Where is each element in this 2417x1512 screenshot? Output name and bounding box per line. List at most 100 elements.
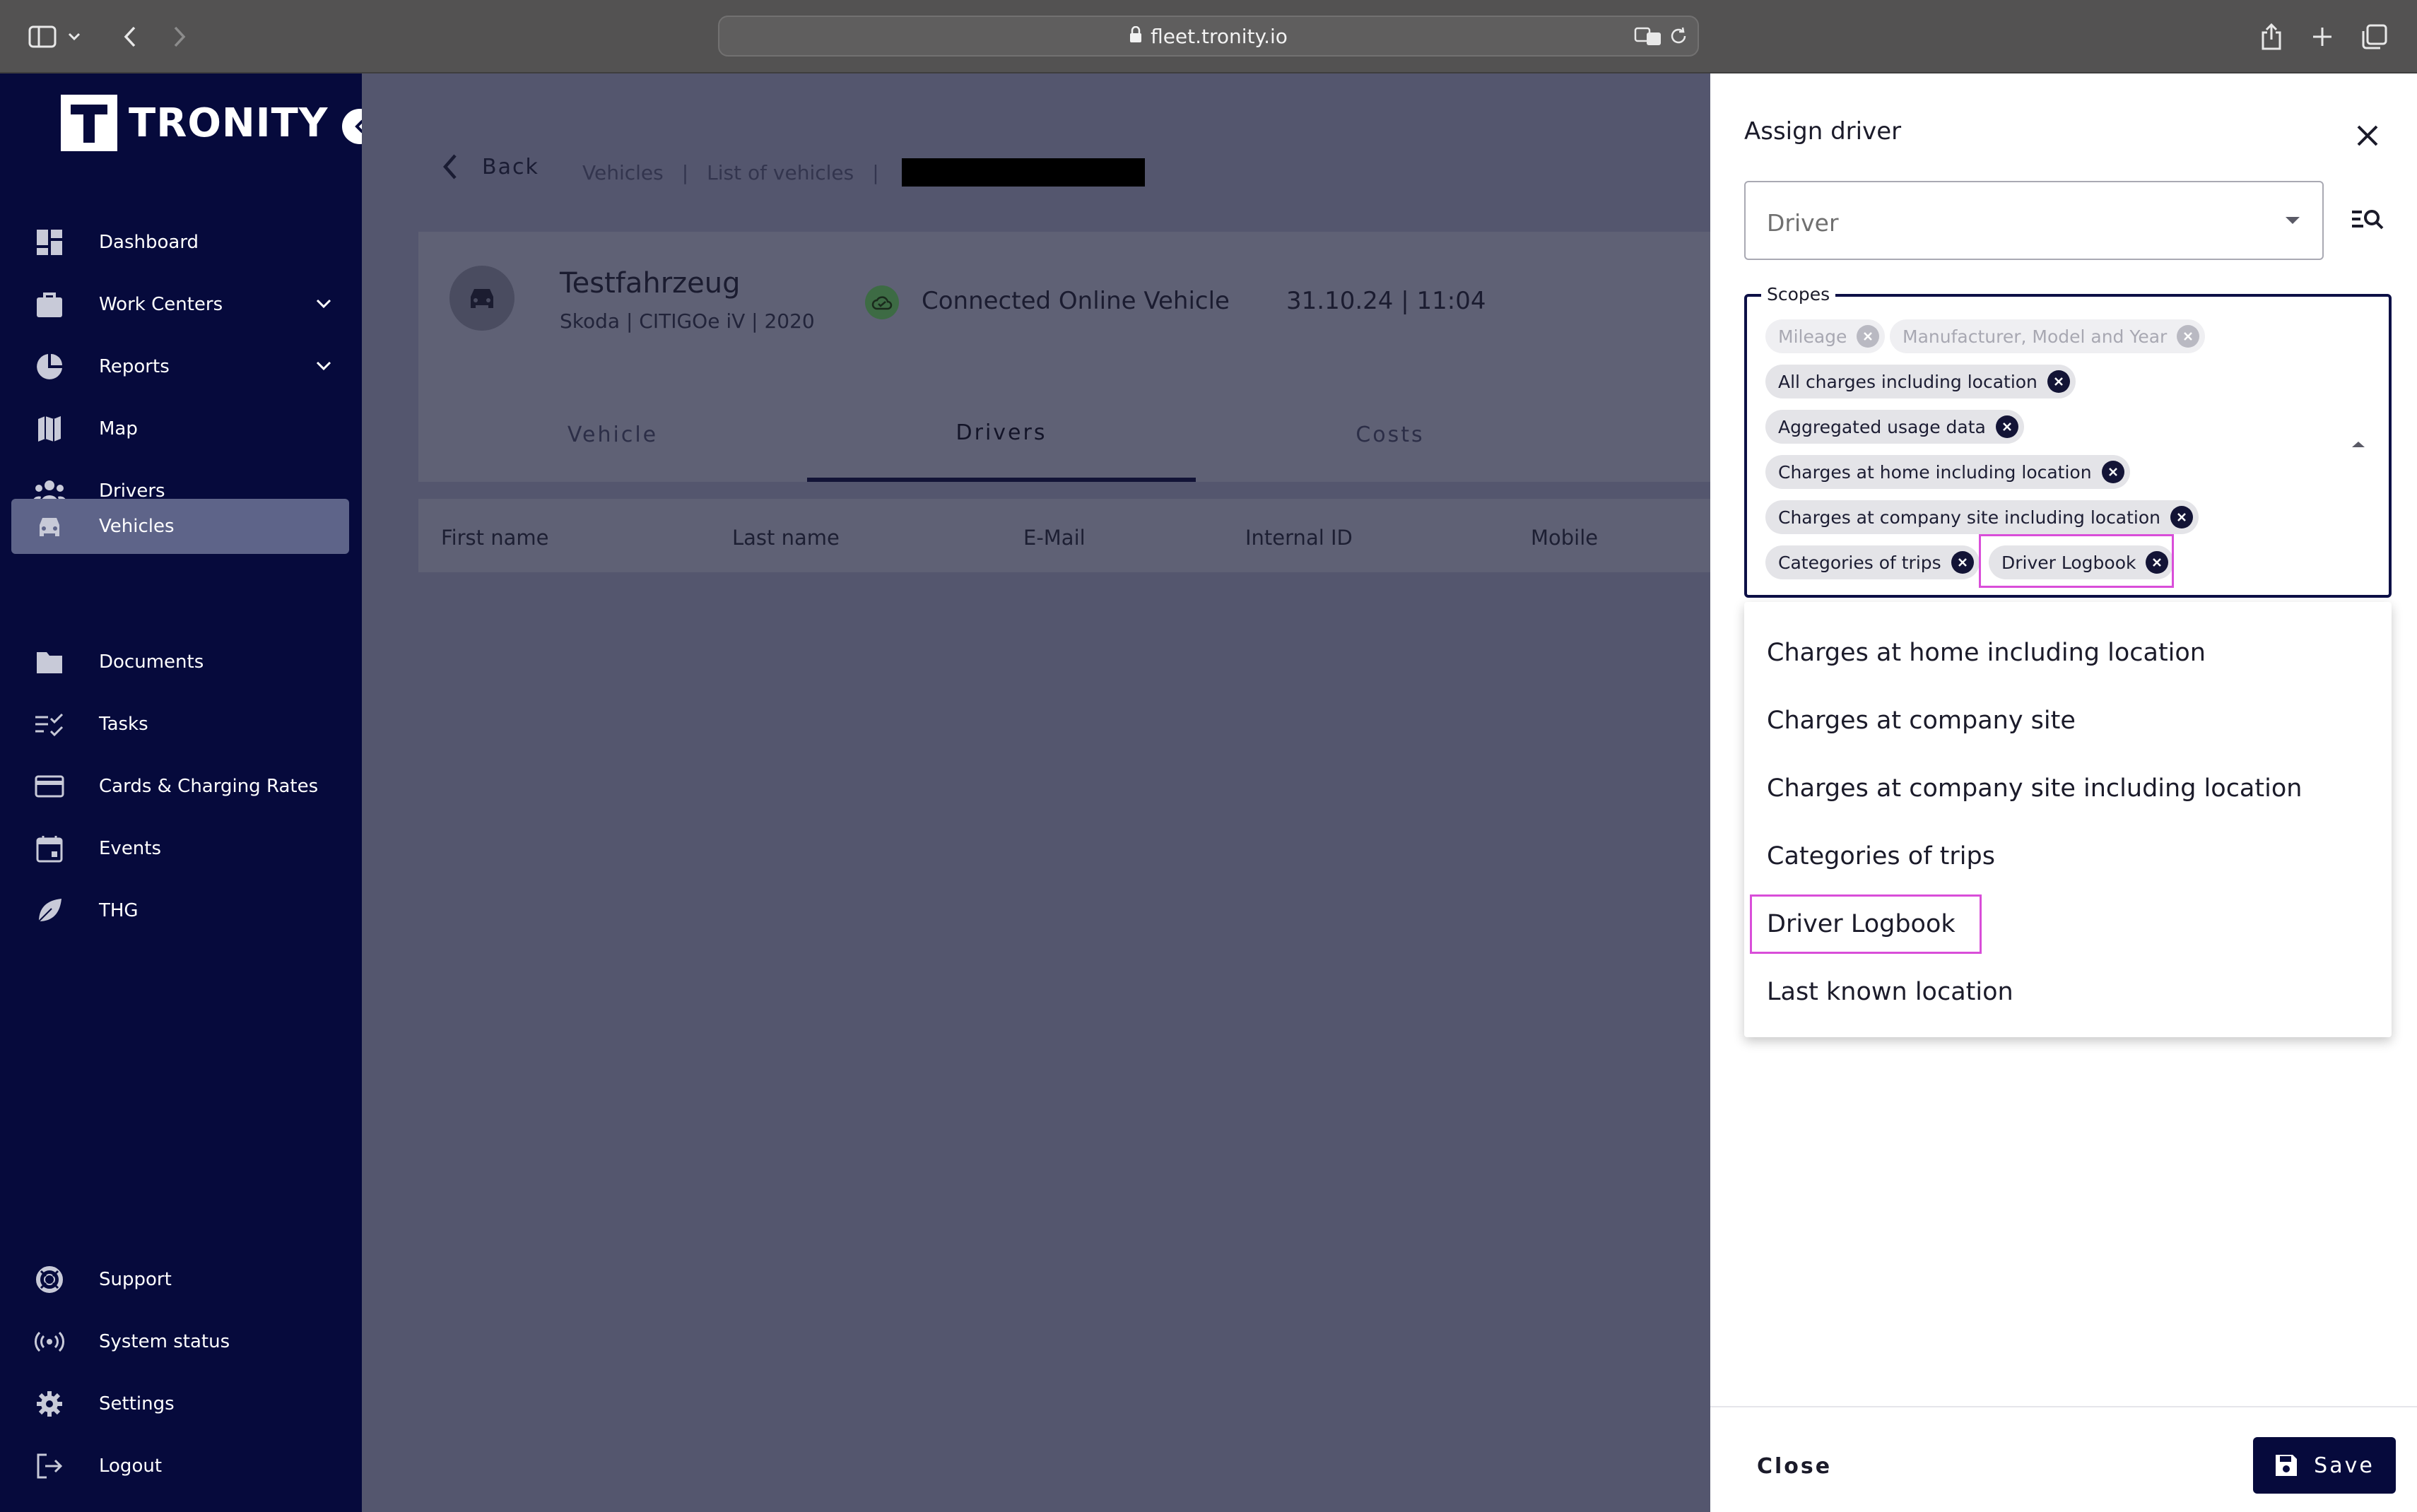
sidebar-item-label: Documents xyxy=(99,651,204,673)
option-categories-of-trips[interactable]: Categories of trips xyxy=(1767,842,1995,870)
sidebar-item-events[interactable]: Events xyxy=(11,821,349,876)
url-text: fleet.tronity.io xyxy=(1151,24,1288,48)
car-icon xyxy=(16,514,83,539)
sidebar-item-label: Vehicles xyxy=(99,516,175,537)
sidebar-item-label: Map xyxy=(99,418,138,439)
sidebar-item-label: Reports xyxy=(99,356,170,377)
sidebar-item-label: Dashboard xyxy=(99,232,199,253)
scope-chip: All charges including location xyxy=(1765,365,2076,398)
reload-icon[interactable] xyxy=(1668,25,1689,52)
vehicle-card: Testfahrzeug Skoda | CITIGOe iV | 2020 C… xyxy=(418,232,1710,482)
close-icon[interactable] xyxy=(1951,551,1974,574)
sidebar-toggle-icon[interactable] xyxy=(24,18,61,55)
column-email[interactable]: E-Mail xyxy=(1023,526,1086,550)
card-icon xyxy=(16,775,83,798)
chip-label: Mileage xyxy=(1778,326,1847,347)
scopes-label: Scopes xyxy=(1761,284,1836,305)
sidebar: TRONITY Dashboard Work Centers Reports M… xyxy=(0,73,377,1512)
briefcase-icon xyxy=(16,290,83,319)
sidebar-item-label: THG xyxy=(99,900,139,921)
tronity-logo[interactable]: TRONITY xyxy=(61,95,328,151)
breadcrumb-separator: | xyxy=(681,160,689,184)
logo-mark xyxy=(61,95,117,151)
close-icon[interactable] xyxy=(2346,114,2389,157)
dashboard-icon xyxy=(16,228,83,256)
highlight-box xyxy=(1750,894,1982,954)
pie-chart-icon xyxy=(16,353,83,381)
sidebar-item-support[interactable]: Support xyxy=(11,1252,349,1307)
chevron-down-icon[interactable] xyxy=(64,18,85,55)
vehicle-timestamp: 31.10.24 | 11:04 xyxy=(1286,287,1486,315)
logout-icon xyxy=(16,1452,83,1480)
search-list-icon[interactable] xyxy=(2346,198,2389,240)
scopes-dropdown: Charges at home including location Charg… xyxy=(1744,602,2392,1037)
sidebar-item-dashboard[interactable]: Dashboard xyxy=(11,215,349,270)
translate-icon[interactable] xyxy=(1634,25,1662,52)
option-charges-company-site-location[interactable]: Charges at company site including locati… xyxy=(1767,774,2302,803)
sidebar-item-work-centers[interactable]: Work Centers xyxy=(11,277,349,332)
back-label: Back xyxy=(482,154,539,179)
scope-chip: Mileage xyxy=(1765,319,1886,353)
new-tab-icon[interactable] xyxy=(2304,18,2341,55)
sidebar-item-reports[interactable]: Reports xyxy=(11,339,349,394)
chevron-down-icon[interactable] xyxy=(314,356,334,381)
column-internal-id[interactable]: Internal ID xyxy=(1245,526,1353,550)
scope-chip: Categories of trips xyxy=(1765,545,1980,579)
tab-drivers[interactable]: Drivers xyxy=(807,387,1196,482)
sidebar-item-cards-charging-rates[interactable]: Cards & Charging Rates xyxy=(11,759,349,814)
lock-icon xyxy=(1129,25,1142,48)
chip-label: Charges at home including location xyxy=(1778,461,2092,483)
column-last-name[interactable]: Last name xyxy=(732,526,840,550)
sidebar-item-settings[interactable]: Settings xyxy=(11,1376,349,1431)
tabs-overview-icon[interactable] xyxy=(2356,18,2393,55)
option-charges-home-location[interactable]: Charges at home including location xyxy=(1767,639,2206,667)
tab-costs[interactable]: Costs xyxy=(1196,387,1584,482)
breadcrumb-vehicles[interactable]: Vehicles xyxy=(582,161,664,184)
calendar-icon xyxy=(16,834,83,863)
chip-label: Charges at company site including locati… xyxy=(1778,507,2161,528)
back-button[interactable]: Back xyxy=(441,153,539,181)
sidebar-item-label: Logout xyxy=(99,1455,163,1477)
close-icon xyxy=(1857,325,1880,348)
address-bar[interactable]: fleet.tronity.io xyxy=(718,16,1699,57)
sidebar-item-map[interactable]: Map xyxy=(11,401,349,456)
main-content: Back Vehicles | List of vehicles | Testf… xyxy=(362,73,1710,1512)
caret-up-icon[interactable] xyxy=(2351,438,2366,451)
assign-driver-drawer: Assign driver Driver Scopes Mileage Manu… xyxy=(1710,73,2417,1512)
scope-chip: Charges at home including location xyxy=(1765,455,2130,489)
share-icon[interactable] xyxy=(2253,18,2290,55)
scopes-multiselect[interactable]: Scopes Mileage Manufacturer, Model and Y… xyxy=(1744,284,2392,598)
save-icon xyxy=(2274,1453,2298,1477)
chevron-left-icon xyxy=(441,153,458,181)
chevron-down-icon[interactable] xyxy=(314,294,334,319)
close-icon[interactable] xyxy=(1995,415,2018,438)
sidebar-item-vehicles[interactable]: Vehicles xyxy=(11,499,349,554)
sidebar-item-thg[interactable]: THG xyxy=(11,883,349,938)
lifebuoy-icon xyxy=(16,1265,83,1294)
close-icon[interactable] xyxy=(2101,461,2124,483)
chip-label: All charges including location xyxy=(1778,371,2037,392)
column-first-name[interactable]: First name xyxy=(441,526,549,550)
back-arrow-icon[interactable] xyxy=(112,18,148,55)
sidebar-item-label: Events xyxy=(99,838,162,859)
tab-vehicle[interactable]: Vehicle xyxy=(418,387,807,482)
driver-select[interactable]: Driver xyxy=(1744,181,2324,260)
map-icon xyxy=(16,415,83,443)
column-mobile[interactable]: Mobile xyxy=(1531,526,1598,550)
sidebar-item-logout[interactable]: Logout xyxy=(11,1439,349,1494)
chip-label: Categories of trips xyxy=(1778,552,1941,573)
close-button[interactable]: Close xyxy=(1757,1454,1832,1479)
sidebar-item-documents[interactable]: Documents xyxy=(11,634,349,690)
forward-arrow-icon[interactable] xyxy=(161,18,198,55)
sidebar-item-system-status[interactable]: System status xyxy=(11,1314,349,1369)
close-icon[interactable] xyxy=(2170,506,2194,528)
driver-select-placeholder: Driver xyxy=(1767,209,1839,237)
save-button[interactable]: Save xyxy=(2253,1437,2396,1494)
close-icon[interactable] xyxy=(2047,370,2070,393)
leaf-icon xyxy=(16,897,83,924)
option-charges-company-site[interactable]: Charges at company site xyxy=(1767,707,2076,735)
breadcrumb-list-of-vehicles[interactable]: List of vehicles xyxy=(707,161,854,184)
option-last-known-location[interactable]: Last known location xyxy=(1767,978,2013,1006)
sidebar-item-tasks[interactable]: Tasks xyxy=(11,697,349,752)
sidebar-item-label: Cards & Charging Rates xyxy=(99,776,319,797)
